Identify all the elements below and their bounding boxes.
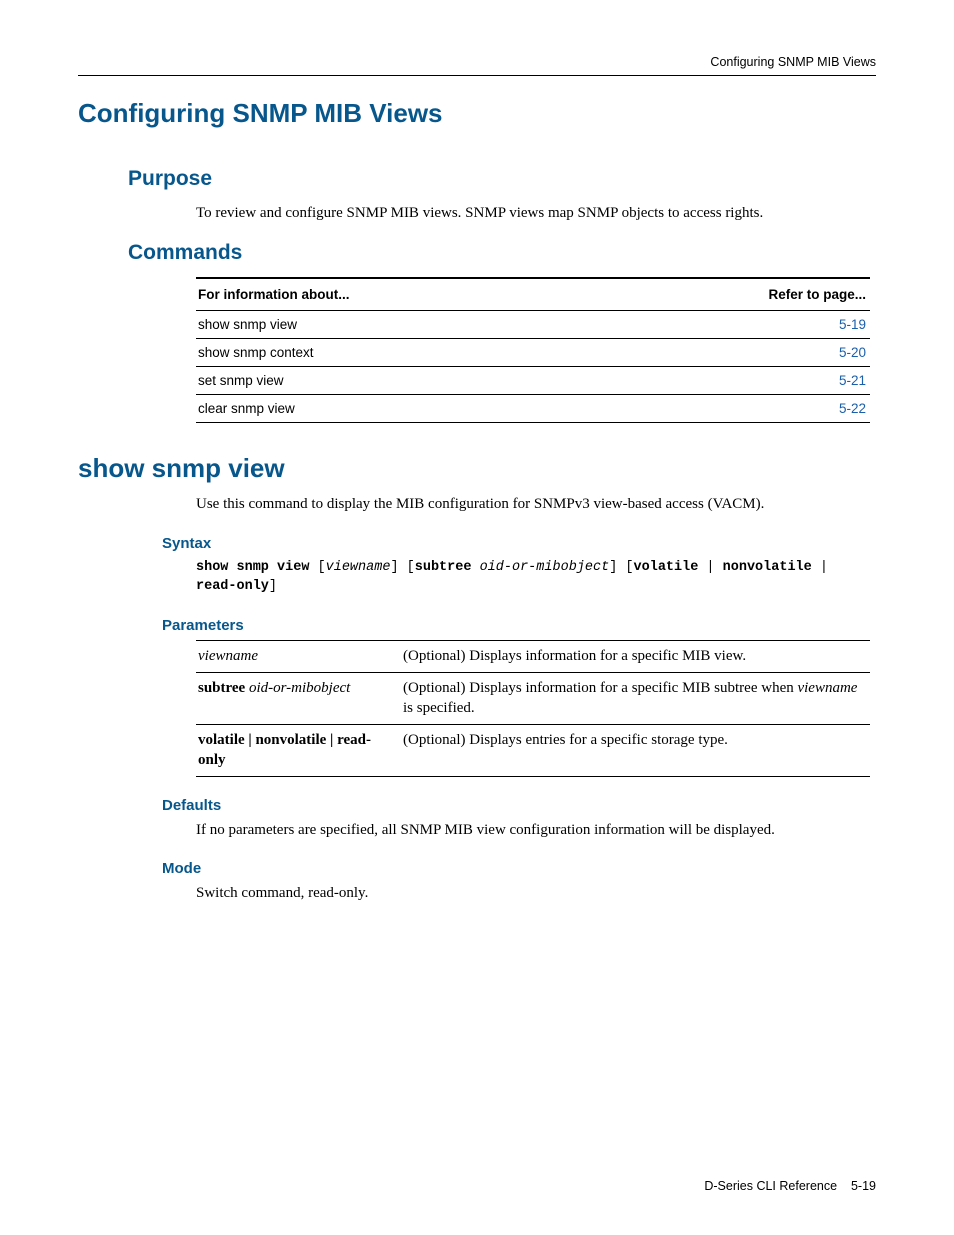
syntax-sp <box>471 560 479 575</box>
command-desc: Use this command to display the MIB conf… <box>196 494 876 514</box>
mode-text: Switch command, read-only. <box>196 883 876 903</box>
purpose-text: To review and configure SNMP MIB views. … <box>196 203 876 223</box>
table-row: viewname (Optional) Displays information… <box>196 640 870 673</box>
param-desc: (Optional) Displays information for a sp… <box>401 640 870 673</box>
syntax-bracket: ] [ <box>390 560 414 575</box>
syntax-arg: viewname <box>326 560 391 575</box>
cmd-name: set snmp view <box>196 367 605 395</box>
footer-page-number: 5-19 <box>851 1179 876 1193</box>
param-key: subtree oid-or-mibobject <box>196 673 401 725</box>
syntax-bracket: ] <box>269 579 277 594</box>
syntax-bracket: ] [ <box>609 560 633 575</box>
syntax-arg: oid-or-mibobject <box>480 560 610 575</box>
page-title: Configuring SNMP MIB Views <box>78 98 876 129</box>
param-key-ital: viewname <box>198 648 258 664</box>
page-link[interactable]: 5-21 <box>839 373 866 388</box>
mode-heading: Mode <box>162 860 876 877</box>
page-content: Configuring SNMP MIB Views Configuring S… <box>0 0 954 904</box>
table-row: clear snmp view 5-22 <box>196 395 870 423</box>
param-key-bold: subtree <box>198 680 245 696</box>
param-desc: (Optional) Displays information for a sp… <box>401 673 870 725</box>
syntax-kw: read-only <box>196 579 269 594</box>
syntax-kw: nonvolatile <box>723 560 812 575</box>
commands-col1: For information about... <box>196 278 605 311</box>
param-desc-text: (Optional) Displays entries for a specif… <box>403 732 728 748</box>
running-header: Configuring SNMP MIB Views <box>78 55 876 76</box>
param-key: volatile | nonvolatile | read-only <box>196 725 401 777</box>
page-link[interactable]: 5-19 <box>839 317 866 332</box>
syntax-kw: show snmp view <box>196 560 309 575</box>
syntax-bracket: [ <box>309 560 325 575</box>
param-desc: (Optional) Displays entries for a specif… <box>401 725 870 777</box>
commands-table: For information about... Refer to page..… <box>196 277 870 423</box>
commands-col2: Refer to page... <box>605 278 870 311</box>
cmd-name: clear snmp view <box>196 395 605 423</box>
parameters-heading: Parameters <box>162 617 876 634</box>
footer-doc-title: D-Series CLI Reference <box>704 1179 837 1193</box>
param-desc-text: (Optional) Displays information for a sp… <box>403 648 746 664</box>
syntax-heading: Syntax <box>162 535 876 552</box>
param-desc-ital: viewname <box>797 680 857 696</box>
syntax-pipe: | <box>812 560 828 575</box>
syntax-kw: volatile <box>634 560 699 575</box>
commands-heading: Commands <box>128 241 876 265</box>
cmd-name: show snmp context <box>196 339 605 367</box>
table-row: show snmp view 5-19 <box>196 311 870 339</box>
parameters-table: viewname (Optional) Displays information… <box>196 640 870 778</box>
table-row: set snmp view 5-21 <box>196 367 870 395</box>
param-key: viewname <box>196 640 401 673</box>
syntax-kw: subtree <box>415 560 472 575</box>
defaults-heading: Defaults <box>162 797 876 814</box>
page-link[interactable]: 5-22 <box>839 401 866 416</box>
table-row: volatile | nonvolatile | read-only (Opti… <box>196 725 870 777</box>
defaults-text: If no parameters are specified, all SNMP… <box>196 820 876 840</box>
param-key-bold: volatile | nonvolatile | read-only <box>198 732 371 768</box>
param-desc-text: is specified. <box>403 700 475 716</box>
table-row: subtree oid-or-mibobject (Optional) Disp… <box>196 673 870 725</box>
syntax-block: show snmp view [viewname] [subtree oid-o… <box>196 558 876 597</box>
command-title: show snmp view <box>78 453 876 484</box>
syntax-pipe: | <box>698 560 722 575</box>
page-link[interactable]: 5-20 <box>839 345 866 360</box>
page-footer: D-Series CLI Reference 5-19 <box>704 1179 876 1193</box>
cmd-name: show snmp view <box>196 311 605 339</box>
param-key-ital: oid-or-mibobject <box>249 680 350 696</box>
table-row: show snmp context 5-20 <box>196 339 870 367</box>
param-desc-text: (Optional) Displays information for a sp… <box>403 680 797 696</box>
purpose-heading: Purpose <box>128 167 876 191</box>
